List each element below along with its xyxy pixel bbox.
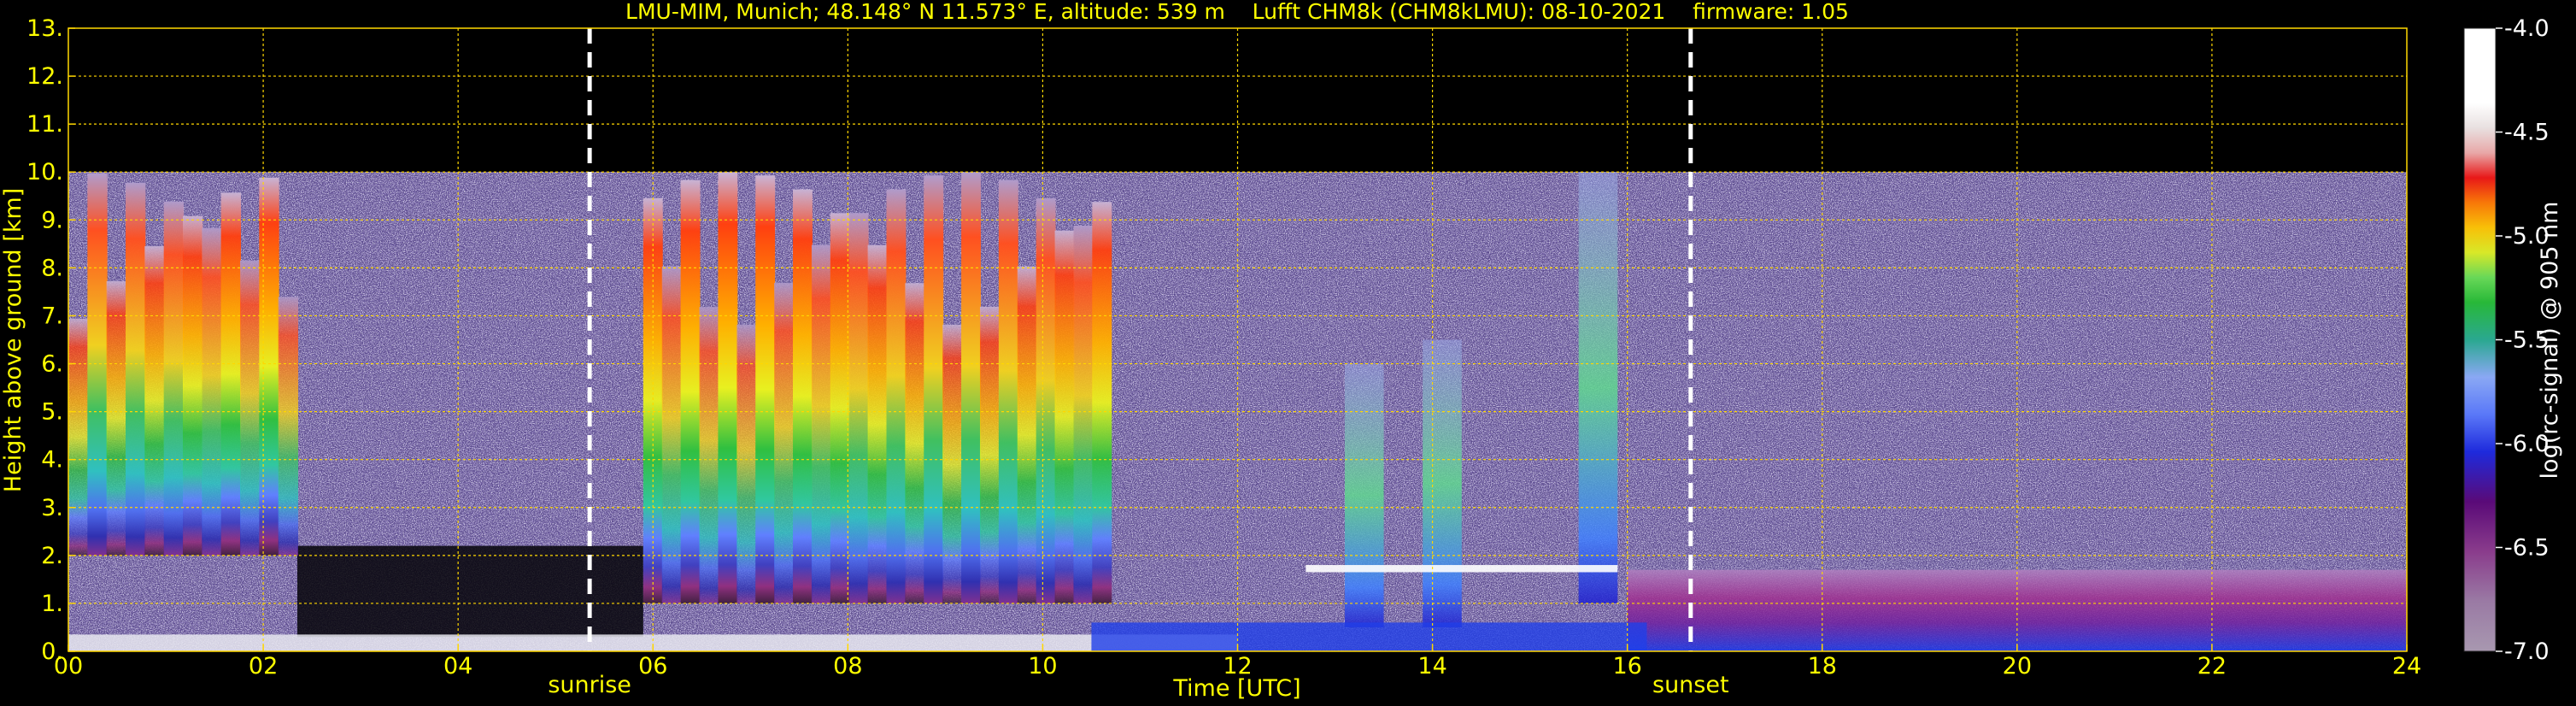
cloud-column bbox=[924, 175, 944, 603]
chart-title: LMU-MIM, Munich; 48.148° N 11.573° E, al… bbox=[625, 0, 1849, 24]
x-tick-label: 24 bbox=[2392, 653, 2421, 680]
x-tick-label: 06 bbox=[638, 653, 667, 680]
y-tick-label: 5. bbox=[41, 399, 63, 426]
cloud-column bbox=[811, 244, 831, 603]
colorbar-label: log(rc-signal) @ 905 nm bbox=[2537, 202, 2563, 479]
cloud-column bbox=[125, 182, 146, 556]
cloud-column bbox=[848, 213, 869, 603]
x-tick-label: 04 bbox=[443, 653, 472, 680]
y-axis-label: Height above ground [km] bbox=[0, 188, 26, 492]
cloud-column bbox=[680, 179, 701, 603]
cloud-column bbox=[239, 260, 261, 556]
cloud-column bbox=[699, 307, 719, 603]
x-tick-label: 14 bbox=[1417, 653, 1446, 680]
cloud-column bbox=[736, 324, 757, 603]
y-tick-label: 12. bbox=[26, 63, 63, 90]
colorbar bbox=[2463, 27, 2497, 652]
cloud-column bbox=[202, 227, 222, 556]
cloud-column bbox=[259, 177, 279, 556]
sunrise-label: sunrise bbox=[548, 672, 631, 698]
x-tick-label: 10 bbox=[1028, 653, 1057, 680]
cloud-column bbox=[68, 318, 89, 556]
cloud-column bbox=[278, 297, 298, 556]
y-tick-label: 2. bbox=[41, 543, 63, 569]
cloud-tower-region bbox=[1578, 172, 1618, 603]
lower-layer bbox=[1091, 622, 1647, 651]
cloud-column bbox=[1073, 226, 1094, 603]
x-tick-label: 22 bbox=[2198, 653, 2227, 680]
cloud-column bbox=[961, 172, 981, 603]
y-tick-label: 6. bbox=[41, 351, 63, 378]
x-tick-label: 18 bbox=[1808, 653, 1837, 680]
y-tick-label: 4. bbox=[41, 447, 63, 474]
y-tick-label: 3. bbox=[41, 495, 63, 521]
cloud-column bbox=[755, 175, 776, 603]
colorbar-tick-label: -7.0 bbox=[2504, 638, 2550, 665]
cloud-column bbox=[1036, 197, 1056, 603]
colorbar-tick-label: -4.0 bbox=[2504, 15, 2550, 42]
y-tick-label: 10. bbox=[26, 159, 63, 185]
cloud-column bbox=[220, 192, 241, 556]
y-tick-label: 11. bbox=[26, 111, 63, 138]
cloud-column bbox=[793, 189, 813, 603]
cloud-column bbox=[867, 244, 888, 603]
cloud-column bbox=[106, 280, 126, 556]
ceilometer-chart: sunrise sunset 00 02 04 06 08 10 12 14 16 18 20 22 24… bbox=[0, 0, 2563, 702]
y-tick-label: 0. bbox=[41, 638, 63, 665]
x-tick-label: 20 bbox=[2003, 653, 2032, 680]
y-tick-label: 13. bbox=[26, 15, 63, 42]
cloud-column bbox=[979, 306, 1000, 603]
y-tick-label: 8. bbox=[41, 255, 63, 281]
cloud-tower-region bbox=[1344, 363, 1384, 627]
cloud-column bbox=[886, 189, 907, 603]
x-axis-label: Time [UTC] bbox=[1172, 675, 1300, 702]
colorbar-tick-label: -4.5 bbox=[2504, 120, 2550, 146]
cloud-column bbox=[144, 246, 165, 556]
cloud-column bbox=[942, 324, 963, 603]
cloud-column bbox=[1054, 230, 1075, 603]
sunset-label: sunset bbox=[1652, 672, 1729, 698]
y-tick-label: 9. bbox=[41, 207, 63, 233]
cloud-column bbox=[830, 213, 850, 603]
y-tick-label: 1. bbox=[41, 591, 63, 617]
cloud-column bbox=[1092, 202, 1112, 603]
cloud-column bbox=[998, 179, 1018, 603]
cloud-column bbox=[661, 266, 682, 603]
x-tick-label: 08 bbox=[833, 653, 862, 680]
cloud-column bbox=[87, 173, 108, 556]
y-tick-label: 7. bbox=[41, 303, 63, 329]
x-tick-label: 02 bbox=[249, 653, 278, 680]
x-tick-label: 16 bbox=[1612, 653, 1641, 680]
cloud-column bbox=[1017, 266, 1037, 603]
cloud-tower-region bbox=[1423, 339, 1462, 627]
cloud-column bbox=[718, 172, 738, 603]
cloud-column bbox=[163, 201, 184, 556]
cloud-layer-band bbox=[1306, 565, 1618, 573]
cloud-column bbox=[182, 215, 203, 556]
colorbar-tick-label: -6.5 bbox=[2504, 535, 2550, 562]
